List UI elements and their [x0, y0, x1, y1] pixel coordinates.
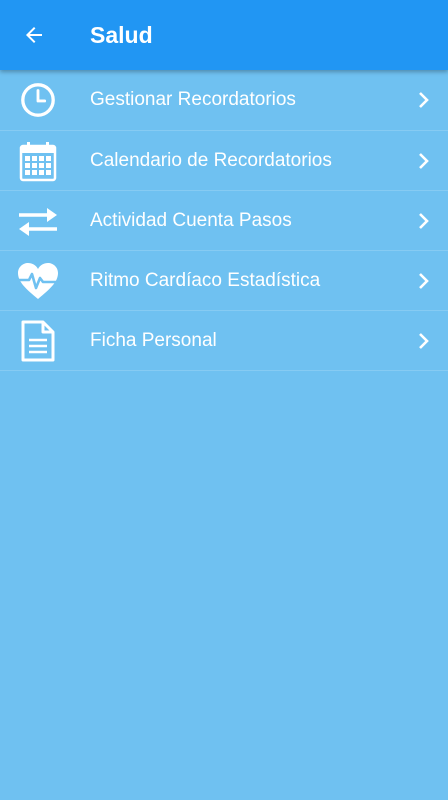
calendar-icon — [16, 139, 60, 183]
chevron-right-icon — [414, 331, 434, 351]
menu-item-label: Ficha Personal — [90, 329, 217, 351]
chevron-right-icon — [414, 271, 434, 291]
menu-item-actividad-cuenta-pasos[interactable]: Actividad Cuenta Pasos — [0, 191, 448, 251]
menu-item-label: Actividad Cuenta Pasos — [90, 209, 292, 231]
chevron-right-icon — [414, 90, 434, 110]
back-button[interactable] — [14, 15, 54, 55]
chevron-right-icon — [414, 211, 434, 231]
app-bar: Salud — [0, 0, 448, 70]
arrow-left-icon — [26, 27, 42, 43]
heartbeat-icon — [16, 259, 60, 303]
menu-item-label: Gestionar Recordatorios — [90, 89, 296, 110]
menu-item-label: Calendario de Recordatorios — [90, 149, 332, 171]
chevron-right-icon — [414, 151, 434, 171]
document-icon — [16, 319, 60, 363]
menu-item-label: Ritmo Cardíaco Estadística — [90, 269, 321, 291]
swap-arrows-icon — [16, 199, 60, 243]
menu-item-calendario-recordatorios[interactable]: Calendario de Recordatorios — [0, 131, 448, 191]
menu-item-ritmo-cardiaco[interactable]: Ritmo Cardíaco Estadística — [0, 251, 448, 311]
page-title: Salud — [90, 22, 153, 48]
clock-icon — [16, 78, 60, 122]
menu-item-gestionar-recordatorios[interactable]: Gestionar Recordatorios — [0, 70, 448, 131]
menu-item-ficha-personal[interactable]: Ficha Personal — [0, 311, 448, 371]
health-menu-list: Gestionar Recordatorios Calendario de Re… — [0, 70, 448, 371]
